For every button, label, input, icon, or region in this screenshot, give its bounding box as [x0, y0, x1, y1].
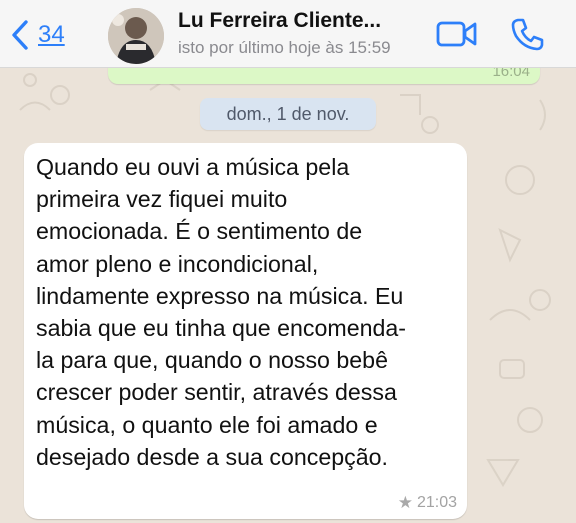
message-line: música, o quanto ele foi amado e	[36, 411, 378, 438]
date-separator: dom., 1 de nov.	[200, 98, 376, 130]
star-icon: ★	[397, 493, 413, 512]
message-line: desejado desde a sua concepção.	[36, 443, 388, 470]
back-button[interactable]: 34	[10, 18, 65, 52]
unread-count[interactable]: 34	[38, 23, 65, 47]
message-meta: ★ 21:03	[398, 493, 457, 513]
avatar[interactable]	[108, 8, 164, 64]
video-camera-icon	[436, 21, 478, 52]
message-line: crescer poder sentir, através dessa	[36, 379, 397, 406]
incoming-message-bubble[interactable]: Quando eu ouvi a música pela primeira ve…	[24, 143, 467, 519]
voice-call-button[interactable]	[510, 16, 546, 57]
message-line: amor pleno e incondicional,	[36, 250, 319, 277]
message-line: primeira vez fiquei muito	[36, 186, 288, 213]
last-seen-status: isto por último hoje às 15:59	[178, 38, 391, 57]
contact-name[interactable]: Lu Ferreira Cliente...	[178, 9, 428, 33]
message-text: Quando eu ouvi a música pela primeira ve…	[36, 151, 461, 473]
message-line: la para que, quando o nosso bebê	[36, 347, 388, 374]
phone-icon	[510, 18, 546, 56]
message-line: emocionada. É o sentimento de	[36, 218, 363, 245]
video-call-button[interactable]	[436, 20, 478, 53]
message-line: lindamente expresso na música. Eu	[36, 282, 404, 309]
message-time: 21:03	[416, 494, 457, 511]
chevron-left-icon	[10, 19, 30, 51]
message-line: sabia que eu tinha que encomenda-	[36, 315, 406, 342]
chat-header: 34 Lu Ferreira Cliente... isto por últim…	[0, 0, 576, 68]
message-line: Quando eu ouvi a música pela	[36, 154, 350, 180]
